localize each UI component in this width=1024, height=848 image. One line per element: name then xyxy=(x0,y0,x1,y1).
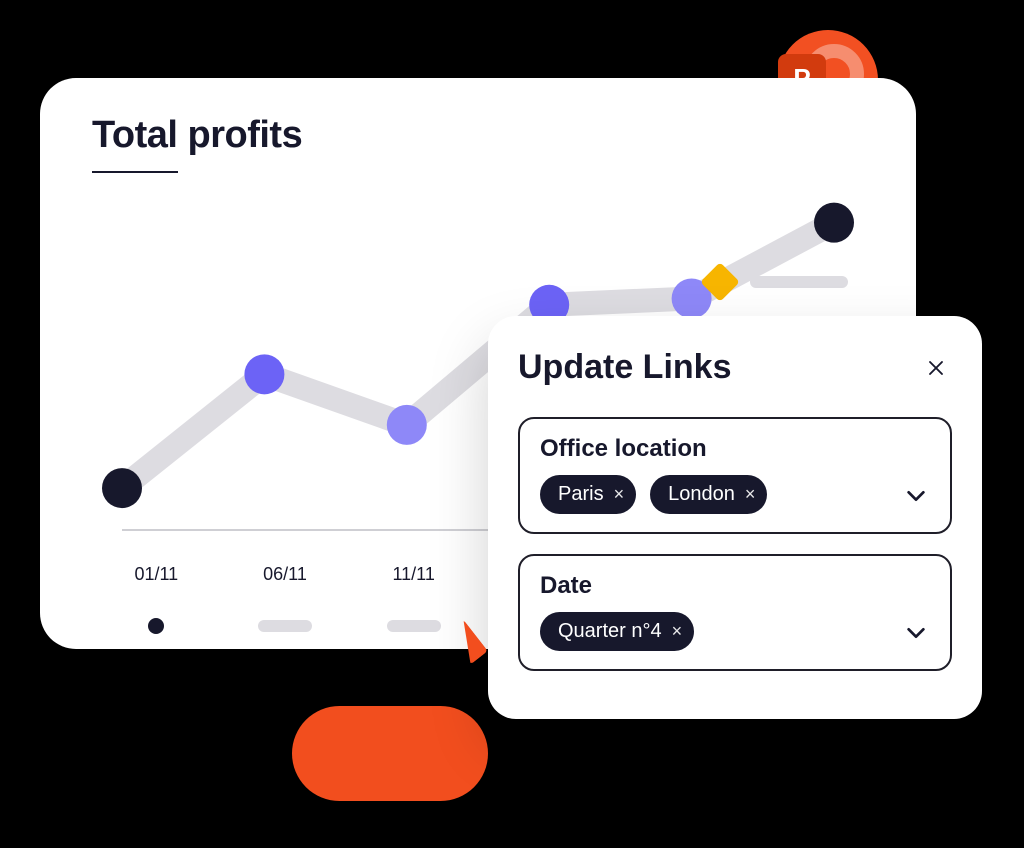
title-underline xyxy=(92,171,178,173)
pager-dash[interactable] xyxy=(258,620,312,632)
field-label: Office location xyxy=(540,435,930,463)
chip-quarter-4[interactable]: Quarter n°4 × xyxy=(540,612,694,651)
chip-remove-icon[interactable]: × xyxy=(672,621,683,642)
x-tick: 01/11 xyxy=(92,564,221,585)
diamond-icon xyxy=(700,262,740,302)
chip-london[interactable]: London × xyxy=(650,475,767,514)
chevron-down-icon[interactable] xyxy=(902,482,930,510)
legend-placeholder xyxy=(750,276,848,288)
pager-dash[interactable] xyxy=(387,620,441,632)
x-tick: 11/11 xyxy=(349,564,478,585)
update-links-panel: Update Links Office location Paris × Lon… xyxy=(488,316,982,719)
x-tick: 06/11 xyxy=(221,564,350,585)
chip-label: Paris xyxy=(558,483,604,506)
chart-title: Total profits xyxy=(92,114,864,157)
chevron-down-icon[interactable] xyxy=(902,619,930,647)
chip-label: Quarter n°4 xyxy=(558,620,662,643)
close-icon[interactable] xyxy=(920,352,952,384)
decorative-pill xyxy=(292,706,488,801)
field-date[interactable]: Date Quarter n°4 × xyxy=(518,554,952,671)
field-label: Date xyxy=(540,572,930,600)
panel-title: Update Links xyxy=(518,348,731,387)
chip-remove-icon[interactable]: × xyxy=(614,484,625,505)
pager-dot[interactable] xyxy=(148,618,164,634)
chip-label: London xyxy=(668,483,735,506)
chip-remove-icon[interactable]: × xyxy=(745,484,756,505)
field-office-location[interactable]: Office location Paris × London × xyxy=(518,417,952,534)
chip-paris[interactable]: Paris × xyxy=(540,475,636,514)
